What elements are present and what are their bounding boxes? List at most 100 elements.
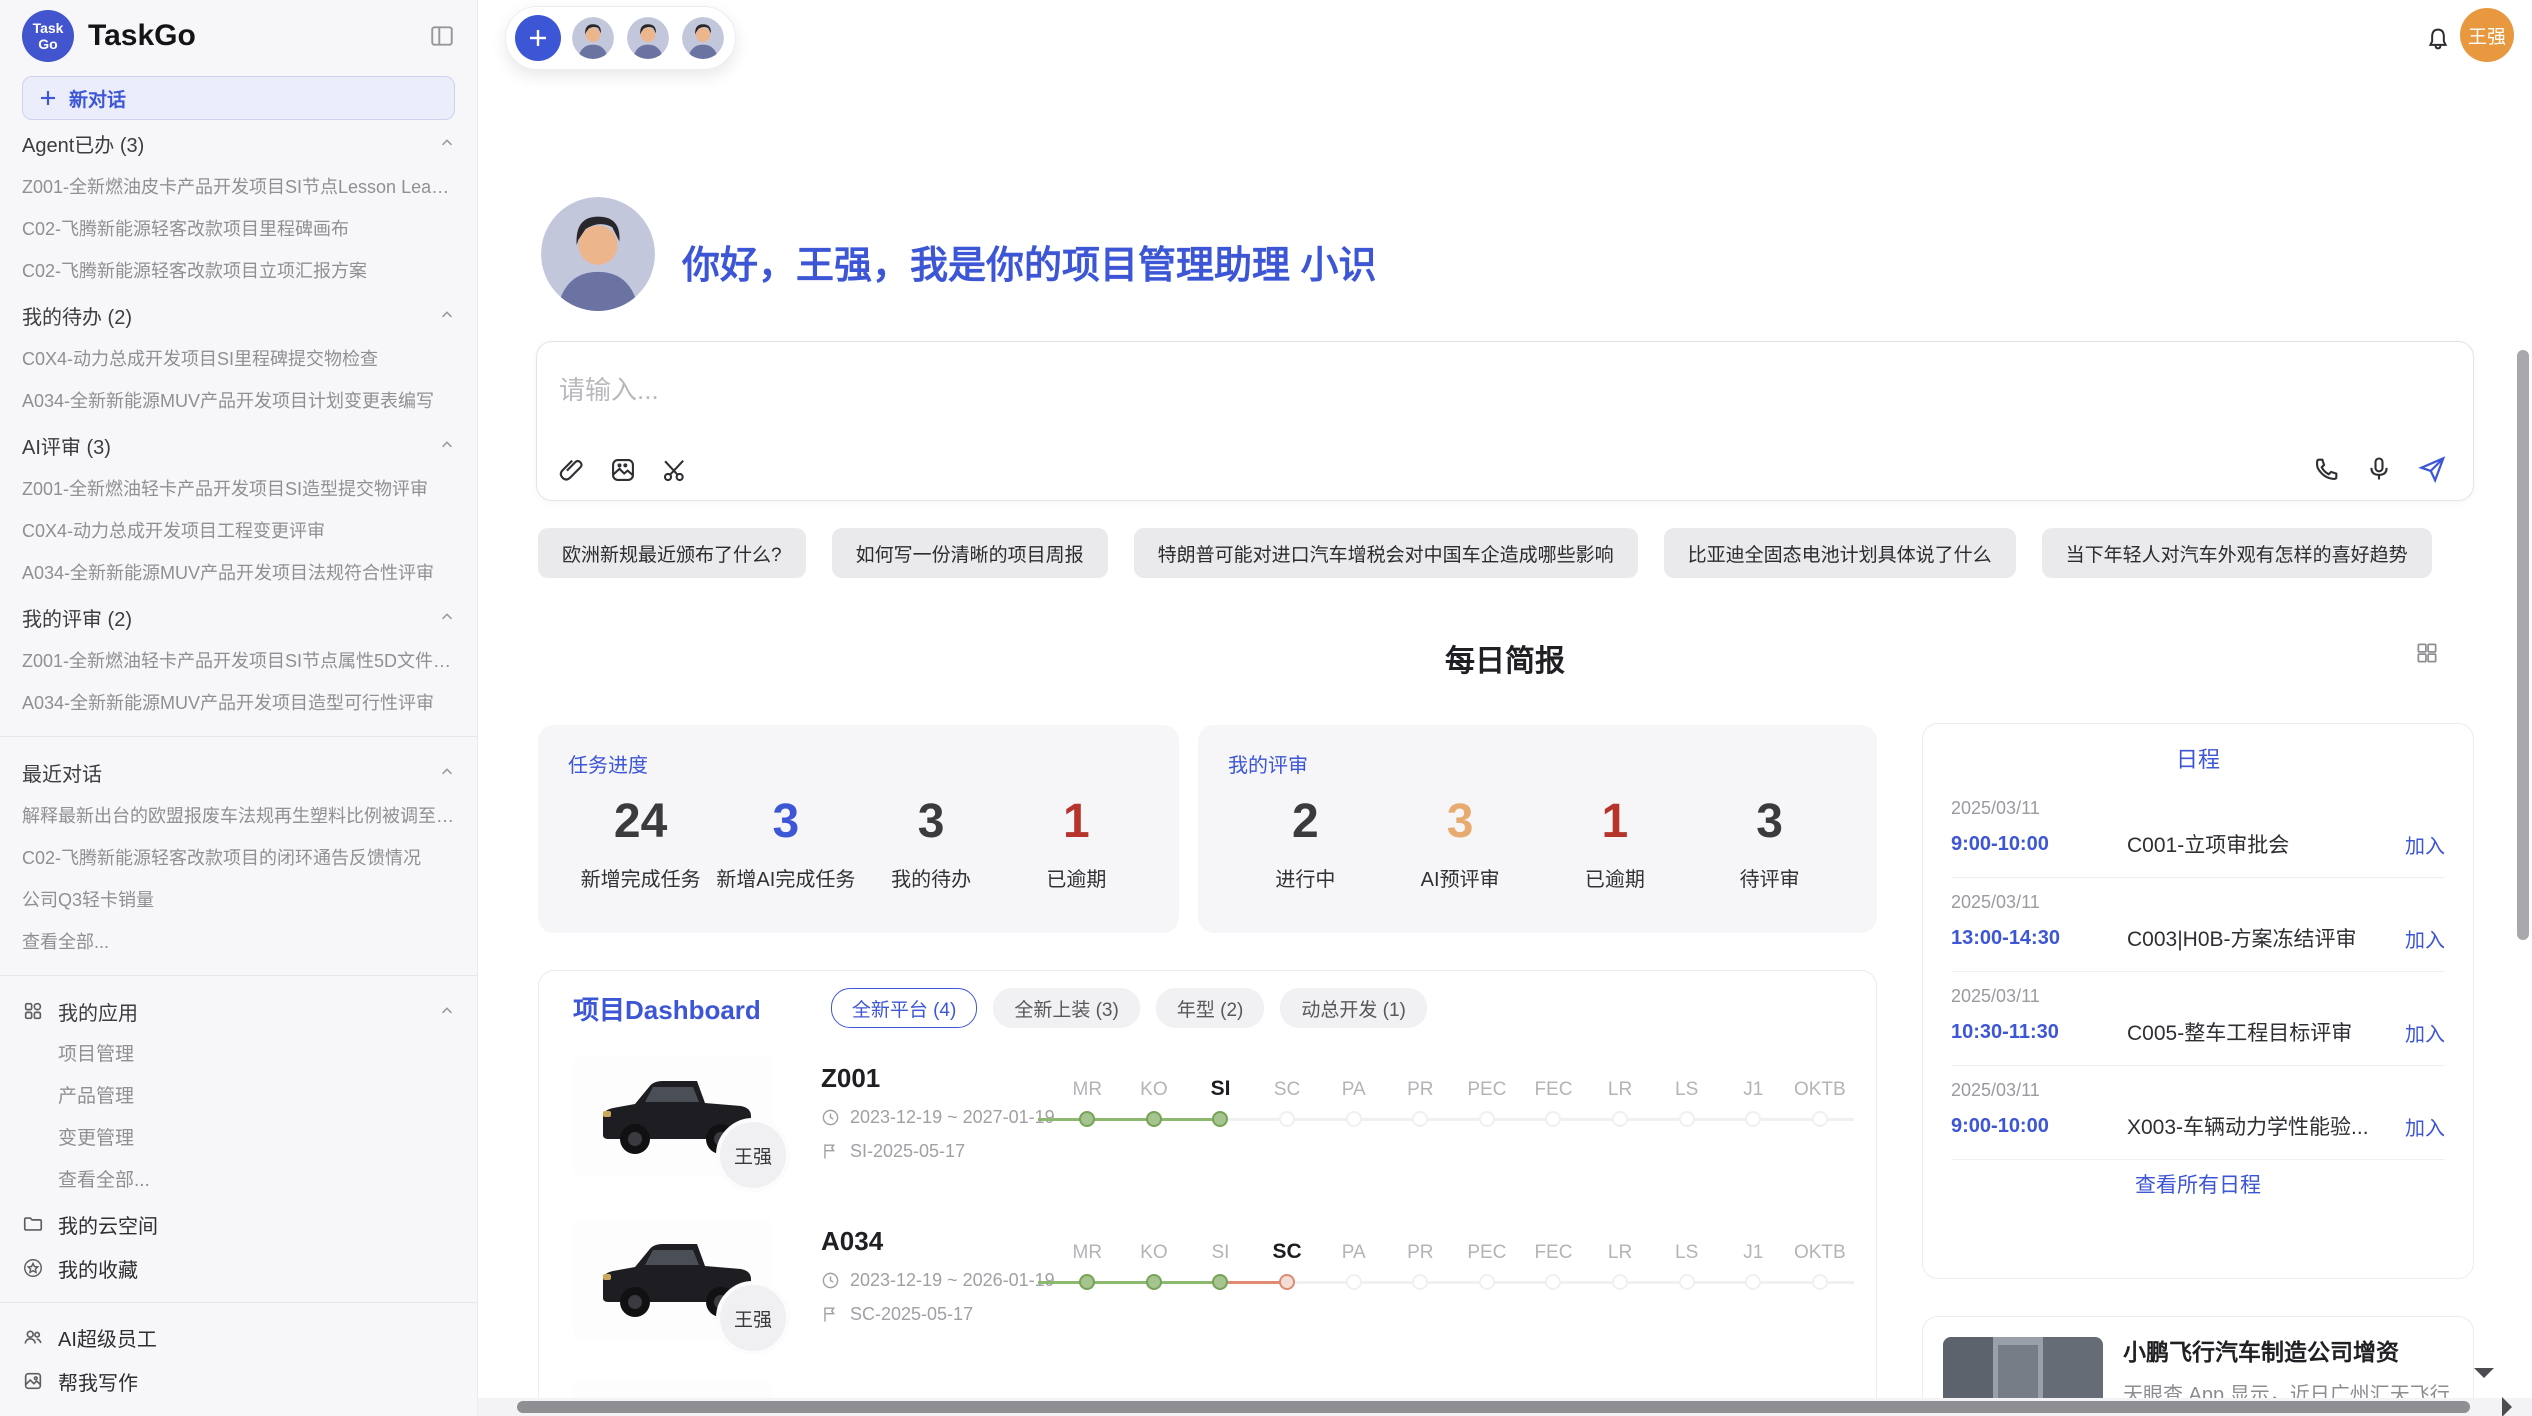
tab-model-year[interactable]: 年型 (2) [1156,988,1265,1028]
metric-label: 新增完成任务 [568,863,713,892]
suggestion-chip[interactable]: 特朗普可能对进口汽车增税会对中国车企造成哪些影响 [1134,528,1638,578]
milestone-label-current: SC [1272,1236,1301,1264]
task-item[interactable]: Z001-全新燃油皮卡产品开发项目SI节点Lesson Learn报告 [22,166,455,208]
vertical-scrollbar[interactable] [2517,350,2529,940]
my-apps-label-group: 我的应用 [22,997,138,1026]
suggestion-chip[interactable]: 当下年轻人对汽车外观有怎样的喜好趋势 [2042,528,2432,578]
app-item-product-mgmt[interactable]: 产品管理 [22,1076,455,1118]
milestone-label: PR [1407,1236,1433,1264]
help-me-write-label: 帮我写作 [58,1367,138,1396]
session-avatar[interactable] [570,15,616,61]
logo-text-bottom: Go [38,36,57,52]
task-item[interactable]: Z001-全新燃油轻卡产品开发项目SI节点属性5D文件评审 [22,640,455,682]
project-row[interactable]: 王强 Z001 2023-12-19 ~ 2027-01-19 SI-2025-… [539,1055,1876,1207]
view-all-schedule-link[interactable]: 查看所有日程 [1951,1160,2445,1212]
clock-icon [821,1108,840,1127]
folder-icon [22,1213,44,1235]
sidebar-item-cloud-space[interactable]: 我的云空间 [22,1202,455,1246]
send-icon[interactable] [2417,454,2447,484]
join-button[interactable]: 加入 [2405,924,2445,953]
task-item[interactable]: A034-全新新能源MUV产品开发项目造型可行性评审 [22,682,455,724]
section-title: Agent已办 (3) [22,129,144,158]
section-my-todo[interactable]: 我的待办 (2) [22,292,455,338]
section-agent-done[interactable]: Agent已办 (3) [22,120,455,166]
new-chat-button[interactable]: 新对话 [22,76,455,120]
recent-chat-item[interactable]: 公司Q3轻卡销量 [22,879,455,921]
project-flag-milestone: SC-2025-05-17 [821,1304,973,1325]
image-upload-icon[interactable] [609,456,637,484]
milestone-label: SI [1212,1236,1230,1264]
attachment-icon[interactable] [557,456,585,484]
join-button[interactable]: 加入 [2405,830,2445,859]
suggestion-chip[interactable]: 欧洲新规最近颁布了什么? [538,528,806,578]
task-item[interactable]: C0X4-动力总成开发项目工程变更评审 [22,510,455,552]
session-avatar[interactable] [625,15,671,61]
metric-value: 3 [859,794,1004,849]
milestone-dot-future [1812,1274,1828,1290]
milestone-label: FEC [1534,1073,1572,1101]
scroll-down-arrow-icon[interactable] [2474,1368,2494,1388]
sidebar-item-help-me-write[interactable]: 帮我写作 [22,1359,455,1403]
app-item-project-mgmt[interactable]: 项目管理 [22,1034,455,1076]
add-session-button[interactable] [515,15,561,61]
task-item[interactable]: C02-飞腾新能源轻客改款项目立项汇报方案 [22,250,455,292]
milestone-dot-current [1212,1111,1228,1127]
tab-new-body[interactable]: 全新上装 (3) [993,988,1140,1028]
apps-view-all[interactable]: 查看全部... [22,1160,455,1202]
suggestion-chip[interactable]: 比亚迪全固态电池计划具体说了什么 [1664,528,2016,578]
recent-chat-item[interactable]: 解释最新出台的欧盟报废车法规再生塑料比例被调至15%... [22,795,455,837]
sidebar-item-ai-super-staff[interactable]: AI超级员工 [22,1315,455,1359]
chevron-up-icon [439,764,455,780]
horizontal-scrollbar[interactable] [517,1401,2470,1413]
card-title: 任务进度 [568,749,1149,778]
metric: 2 进行中 [1228,794,1383,892]
star-badge-icon [22,1257,44,1279]
milestone-dot-done [1146,1111,1162,1127]
section-title: 最近对话 [22,758,102,787]
milestone-label: LS [1675,1236,1698,1264]
apps-grid-icon [22,1000,44,1022]
microphone-icon[interactable] [2365,455,2393,483]
milestone-label: PR [1407,1073,1433,1101]
task-item[interactable]: A034-全新新能源MUV产品开发项目计划变更表编写 [22,380,455,422]
join-button[interactable]: 加入 [2405,1018,2445,1047]
tab-powertrain[interactable]: 动总开发 (1) [1280,988,1427,1028]
metric-value: 2 [1228,794,1383,849]
scissors-icon[interactable] [661,456,689,484]
milestone-label: PA [1342,1236,1366,1264]
recent-view-all[interactable]: 查看全部... [22,921,455,963]
task-item[interactable]: Z001-全新燃油轻卡产品开发项目SI造型提交物评审 [22,468,455,510]
schedule-name: X003-车辆动力学性能验... [2127,1111,2405,1141]
plus-icon [39,89,57,107]
section-recent-chats[interactable]: 最近对话 [22,749,455,795]
tab-all-new-platform[interactable]: 全新平台 (4) [831,988,978,1028]
notification-bell-icon[interactable] [2424,25,2452,53]
date-range-text: 2023-12-19 ~ 2026-01-19 [850,1270,1055,1291]
join-button[interactable]: 加入 [2405,1112,2445,1141]
milestone-dot-future [1346,1274,1362,1290]
sidebar-item-favorites[interactable]: 我的收藏 [22,1246,455,1290]
phone-call-icon[interactable] [2313,455,2341,483]
milestone-label: J1 [1743,1073,1763,1101]
task-item[interactable]: C02-飞腾新能源轻客改款项目里程碑画布 [22,208,455,250]
section-ai-review[interactable]: AI评审 (3) [22,422,455,468]
milestone-label: PEC [1467,1073,1506,1101]
chat-input-box[interactable]: 请输入... [536,341,2474,501]
suggestion-chip[interactable]: 如何写一份清晰的项目周报 [832,528,1108,578]
task-item[interactable]: C0X4-动力总成开发项目SI里程碑提交物检查 [22,338,455,380]
section-my-review[interactable]: 我的评审 (2) [22,594,455,640]
layout-grid-icon[interactable] [2414,640,2440,666]
project-row[interactable]: 王强 A034 2023-12-19 ~ 2026-01-19 SC-2025-… [539,1218,1876,1370]
session-avatar[interactable] [680,15,726,61]
milestone-dot-future [1612,1111,1628,1127]
schedule-time: 9:00-10:00 [1951,833,2127,856]
sidebar-item-creative-drawing[interactable]: 创意制图 [22,1403,455,1416]
recent-chat-item[interactable]: C02-飞腾新能源轻客改款项目的闭环通告反馈情况 [22,837,455,879]
task-item[interactable]: A034-全新新能源MUV产品开发项目法规符合性评审 [22,552,455,594]
section-my-apps[interactable]: 我的应用 [22,988,455,1034]
new-chat-label: 新对话 [69,85,126,112]
app-item-change-mgmt[interactable]: 变更管理 [22,1118,455,1160]
user-avatar[interactable]: 王强 [2460,8,2514,62]
collapse-panel-icon[interactable] [429,23,455,49]
scroll-right-arrow-icon[interactable] [2502,1397,2522,1416]
